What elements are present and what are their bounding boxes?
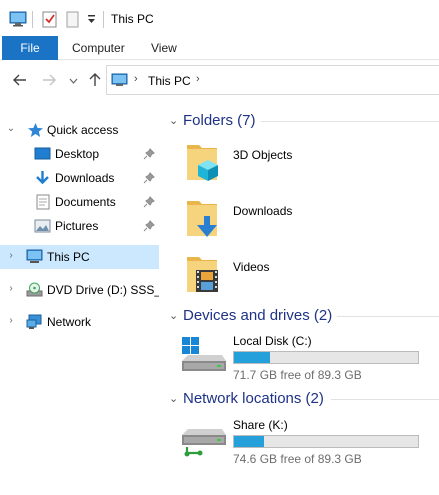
chevron-down-icon [69, 78, 77, 84]
ribbon-tabs: File Computer View [0, 36, 439, 60]
network-location-share-k[interactable]: Share (K:) 74.6 GB free of 89.3 GB [179, 415, 439, 467]
videos-folder-icon [187, 257, 218, 292]
navigation-pane: ⌄ Quick access Desktop Downloads Documen… [0, 102, 176, 495]
pin-icon[interactable] [143, 172, 155, 184]
pin-icon[interactable] [143, 148, 155, 160]
folder-videos[interactable]: Videos [183, 252, 433, 302]
nav-this-pc[interactable]: › This PC [0, 245, 159, 269]
nav-label: Downloads [55, 171, 115, 185]
drive-usage-bar [233, 351, 419, 364]
group-title: Network locations (2) [183, 390, 324, 407]
nav-item-downloads[interactable]: Downloads [0, 166, 159, 190]
group-header-devices[interactable]: ⌄ Devices and drives (2) [161, 305, 439, 327]
folder-3d-objects[interactable]: 3D Objects [183, 140, 433, 190]
star-icon [28, 123, 43, 137]
folder-downloads[interactable]: Downloads [183, 196, 433, 246]
chevron-right-icon[interactable]: › [6, 250, 16, 261]
downloads-folder-icon [187, 201, 217, 237]
nav-label: Documents [55, 195, 116, 209]
folder-name: Videos [233, 260, 270, 274]
nav-item-documents[interactable]: Documents [0, 190, 159, 214]
group-title: Devices and drives (2) [183, 307, 333, 324]
content-pane: ⌄ Folders (7) 3D Objects Downloads Video… [161, 102, 439, 495]
title-bar: This PC [0, 0, 439, 36]
nav-item-pictures[interactable]: Pictures [0, 214, 159, 238]
network-icon [26, 314, 42, 329]
document-icon [36, 194, 50, 210]
pin-icon[interactable] [143, 196, 155, 208]
nav-label: Desktop [55, 147, 100, 161]
drive-name: Share (K:) [233, 418, 288, 432]
chevron-down-icon[interactable]: ⌄ [169, 114, 178, 127]
customize-toolbar-icon[interactable] [87, 15, 96, 24]
folder-name: Downloads [233, 204, 293, 218]
toolbar-separator [32, 11, 33, 28]
forward-button[interactable] [39, 70, 59, 90]
drive-usage-fill [234, 436, 265, 447]
toolbar-separator [103, 11, 104, 28]
nav-label: Pictures [55, 219, 99, 233]
back-button[interactable] [10, 70, 30, 90]
arrow-left-icon [13, 74, 26, 86]
nav-quick-access[interactable]: ⌄ Quick access [0, 118, 159, 142]
3d-objects-folder-icon [187, 145, 218, 181]
address-bar[interactable]: › This PC › [106, 65, 439, 95]
pin-icon[interactable] [143, 220, 155, 232]
properties-icon[interactable] [42, 11, 57, 28]
group-divider [337, 316, 439, 317]
drive-free-space: 71.7 GB free of 89.3 GB [233, 368, 362, 382]
recent-locations-button[interactable] [63, 70, 83, 90]
nav-label: This PC [47, 250, 90, 264]
nav-label: Quick access [47, 123, 119, 137]
group-header-folders[interactable]: ⌄ Folders (7) [161, 110, 439, 132]
download-icon [36, 171, 49, 185]
pictures-icon [34, 219, 51, 233]
address-row: › This PC › [0, 60, 439, 102]
address-path[interactable]: This PC [148, 74, 191, 88]
folder-name: 3D Objects [233, 148, 293, 162]
this-pc-icon [26, 249, 43, 263]
windows-drive-icon [182, 337, 226, 371]
drive-usage-bar [233, 435, 419, 448]
this-pc-icon [111, 73, 128, 86]
tab-file[interactable]: File [2, 36, 58, 60]
chevron-right-icon[interactable]: › [6, 315, 16, 326]
network-drive-icon [182, 429, 226, 457]
file-explorer-window: This PC File Computer View › This PC › ⌄… [0, 0, 439, 495]
chevron-down-icon[interactable]: ⌄ [6, 123, 16, 134]
nav-item-desktop[interactable]: Desktop [0, 142, 159, 166]
up-button[interactable] [85, 70, 105, 90]
nav-label: DVD Drive (D:) SSS_X6 [47, 283, 176, 297]
arrow-up-icon [89, 73, 101, 86]
desktop-icon [34, 147, 51, 160]
tab-computer[interactable]: Computer [72, 36, 125, 60]
nav-dvd-drive[interactable]: › DVD Drive (D:) SSS_X6 [0, 278, 176, 302]
group-header-network[interactable]: ⌄ Network locations (2) [161, 388, 439, 410]
group-divider [261, 121, 439, 122]
chevron-right-icon[interactable]: › [6, 283, 16, 294]
drive-free-space: 74.6 GB free of 89.3 GB [233, 452, 362, 466]
arrow-right-icon [43, 74, 56, 86]
chevron-right-icon[interactable]: › [134, 73, 138, 85]
new-folder-icon[interactable] [66, 11, 79, 28]
chevron-right-icon[interactable]: › [196, 73, 200, 85]
dvd-drive-icon [26, 282, 43, 297]
drive-local-disk-c[interactable]: Local Disk (C:) 71.7 GB free of 89.3 GB [179, 331, 439, 383]
this-pc-icon [9, 11, 27, 27]
drive-name: Local Disk (C:) [233, 334, 312, 348]
group-divider [331, 399, 439, 400]
window-title: This PC [111, 12, 154, 26]
tab-view[interactable]: View [151, 36, 177, 60]
nav-network[interactable]: › Network [0, 310, 159, 334]
chevron-down-icon[interactable]: ⌄ [169, 392, 178, 405]
drive-usage-fill [234, 352, 271, 363]
nav-label: Network [47, 315, 92, 329]
group-title: Folders (7) [183, 112, 256, 129]
chevron-down-icon[interactable]: ⌄ [169, 309, 178, 322]
